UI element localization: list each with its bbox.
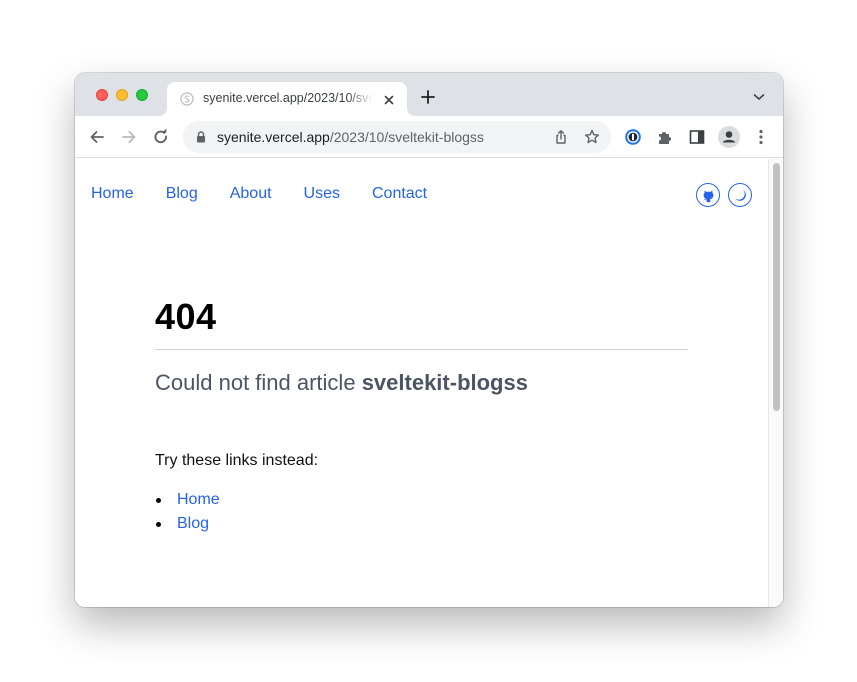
moon-icon xyxy=(734,189,746,201)
nav-link-about[interactable]: About xyxy=(230,185,272,203)
kebab-menu-icon[interactable] xyxy=(755,128,767,146)
share-icon[interactable] xyxy=(553,129,569,145)
site-nav: Home Blog About Uses Contact xyxy=(91,185,459,203)
address-bar[interactable]: syenite.vercel.app/2023/10/sveltekit-blo… xyxy=(183,121,611,153)
nav-icons xyxy=(696,183,752,207)
github-link[interactable] xyxy=(696,183,720,207)
error-message-prefix: Could not find article xyxy=(155,370,356,395)
profile-icon xyxy=(722,131,736,143)
url-path: /2023/10/sveltekit-blogss xyxy=(329,129,484,145)
browser-window: syenite.vercel.app/2023/10/sveltekit-blo… xyxy=(75,73,783,607)
list-item: Home xyxy=(155,488,688,512)
browser-tab[interactable]: syenite.vercel.app/2023/10/sveltekit-blo… xyxy=(167,82,407,116)
error-code-heading: 404 xyxy=(155,296,217,337)
suggested-links: Home Blog xyxy=(155,488,688,536)
back-icon[interactable] xyxy=(88,128,106,146)
lock-icon[interactable] xyxy=(196,131,206,143)
url-host: syenite.vercel.app xyxy=(217,129,330,145)
browser-toolbar: syenite.vercel.app/2023/10/sveltekit-blo… xyxy=(75,116,783,158)
chevron-down-icon[interactable] xyxy=(753,92,765,102)
tab-title: syenite.vercel.app/2023/10/sveltekit-blo… xyxy=(203,91,373,105)
vertical-scrollbar[interactable] xyxy=(768,159,783,607)
url-text[interactable]: syenite.vercel.app/2023/10/sveltekit-blo… xyxy=(217,129,484,145)
github-icon xyxy=(703,189,713,202)
theme-toggle-button[interactable] xyxy=(728,183,752,207)
suggestion-text: Try these links instead: xyxy=(155,452,319,469)
page-content: Home Blog About Uses Contact 404 Could n… xyxy=(75,159,768,607)
error-message: Could not find article sveltekit-blogss xyxy=(155,368,688,398)
reload-icon[interactable] xyxy=(152,128,170,146)
error-slug: sveltekit-blogss xyxy=(361,370,528,395)
puzzle-icon[interactable] xyxy=(656,128,674,146)
nav-link-home[interactable]: Home xyxy=(91,185,134,203)
window-close-button[interactable] xyxy=(96,89,108,101)
suggested-link-blog[interactable]: Blog xyxy=(177,515,209,532)
star-icon[interactable] xyxy=(584,129,600,145)
scrollbar-thumb[interactable] xyxy=(773,163,780,411)
tab-strip: syenite.vercel.app/2023/10/sveltekit-blo… xyxy=(75,73,783,116)
divider xyxy=(155,349,688,350)
onepassword-icon[interactable] xyxy=(624,128,642,146)
suggested-link-home[interactable]: Home xyxy=(177,491,220,508)
side-panel-icon[interactable] xyxy=(688,128,706,146)
list-item: Blog xyxy=(155,512,688,536)
new-tab-icon[interactable] xyxy=(420,89,436,105)
tab-close-icon[interactable] xyxy=(382,93,396,107)
error-content: 404 Could not find article sveltekit-blo… xyxy=(155,295,688,536)
profile-avatar[interactable] xyxy=(718,126,740,148)
svelte-icon xyxy=(180,92,194,106)
nav-link-blog[interactable]: Blog xyxy=(166,185,198,203)
window-minimize-button[interactable] xyxy=(116,89,128,101)
forward-icon[interactable] xyxy=(120,128,138,146)
nav-link-uses[interactable]: Uses xyxy=(304,185,340,203)
nav-link-contact[interactable]: Contact xyxy=(372,185,427,203)
window-maximize-button[interactable] xyxy=(136,89,148,101)
